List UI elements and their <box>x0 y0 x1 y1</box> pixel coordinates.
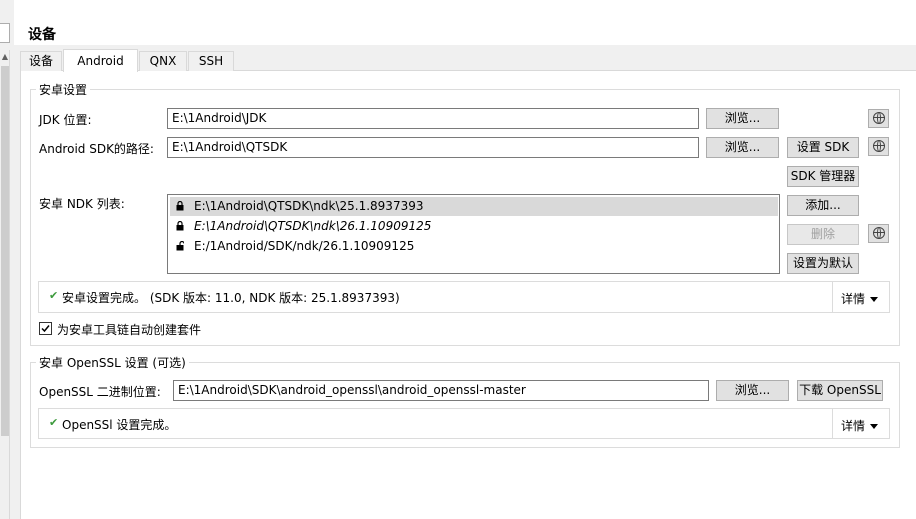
details-divider <box>832 409 833 438</box>
lock-icon <box>176 221 184 231</box>
openssl-group-title: 安卓 OpenSSL 设置 (可选) <box>36 354 189 371</box>
android-details-toggle[interactable]: 详情 <box>841 290 879 307</box>
set-default-ndk-button[interactable]: 设置为默认 <box>787 253 859 274</box>
ndk-list-item[interactable]: E:\1Android\QTSDK\ndk\26.1.10909125 <box>170 217 778 236</box>
ndk-list-label: 安卓 NDK 列表: <box>39 197 125 211</box>
checkmark-icon: ✔ <box>49 289 59 302</box>
openssl-path-label: OpenSSL 二进制位置: <box>39 385 161 399</box>
auto-kit-checkbox[interactable] <box>39 322 52 335</box>
ndk-path: E:/1Android/SDK/ndk/26.1.10909125 <box>194 239 415 253</box>
tab-qnx[interactable]: QNX <box>139 51 187 71</box>
check-icon <box>41 325 50 333</box>
triangle-down-icon <box>870 424 879 429</box>
globe-icon <box>873 227 885 239</box>
download-openssl-button[interactable]: 下载 OpenSSL <box>797 380 883 401</box>
scroll-thumb[interactable] <box>1 66 9 436</box>
jdk-download-button[interactable] <box>868 109 889 128</box>
unlock-icon <box>176 241 184 251</box>
ndk-list-item[interactable]: E:/1Android/SDK/ndk/26.1.10909125 <box>170 237 778 256</box>
android-settings-title: 安卓设置 <box>36 81 91 98</box>
details-divider <box>832 282 833 312</box>
jdk-location-label: JDK 位置: <box>39 113 92 127</box>
openssl-status-text: OpenSSl 设置完成。 <box>62 418 177 432</box>
globe-icon <box>873 112 885 124</box>
add-ndk-button[interactable]: 添加... <box>787 195 859 216</box>
lock-icon <box>176 201 184 211</box>
set-sdk-button[interactable]: 设置 SDK <box>787 137 859 158</box>
ndk-download-button[interactable] <box>868 224 889 243</box>
globe-icon <box>873 140 885 152</box>
header <box>14 0 916 45</box>
category-filter-box[interactable] <box>0 23 10 43</box>
openssl-path-input[interactable]: E:\1Android\SDK\android_openssl\android_… <box>173 380 709 401</box>
ndk-path: E:\1Android\QTSDK\ndk\25.1.8937393 <box>194 199 424 213</box>
details-label: 详情 <box>841 419 866 433</box>
details-label: 详情 <box>841 292 866 306</box>
openssl-details-toggle[interactable]: 详情 <box>841 417 879 434</box>
sdk-manager-button[interactable]: SDK 管理器 <box>787 166 859 187</box>
page-title: 设备 <box>28 27 56 43</box>
triangle-down-icon <box>870 297 879 302</box>
scroll-up-icon[interactable]: ▲ <box>0 50 10 64</box>
sdk-download-button[interactable] <box>868 137 889 156</box>
android-status-text: 安卓设置完成。 (SDK 版本: 11.0, NDK 版本: 25.1.8937… <box>62 291 400 305</box>
ndk-path: E:\1Android\QTSDK\ndk\26.1.10909125 <box>194 219 432 233</box>
checkmark-icon: ✔ <box>49 416 59 429</box>
ndk-list[interactable]: E:\1Android\QTSDK\ndk\25.1.8937393 E:\1A… <box>167 194 780 274</box>
tab-android[interactable]: Android <box>63 49 138 72</box>
sdk-path-label: Android SDK的路径: <box>39 142 154 156</box>
tab-device[interactable]: 设备 <box>20 51 62 71</box>
sdk-browse-button[interactable]: 浏览... <box>706 137 779 158</box>
jdk-location-input[interactable]: E:\1Android\JDK <box>167 108 699 129</box>
openssl-browse-button[interactable]: 浏览... <box>716 380 789 401</box>
auto-kit-label: 为安卓工具链自动创建套件 <box>57 323 202 337</box>
tab-ssh[interactable]: SSH <box>188 51 234 71</box>
sdk-path-input[interactable]: E:\1Android\QTSDK <box>167 137 699 158</box>
jdk-browse-button[interactable]: 浏览... <box>706 108 779 129</box>
ndk-list-item[interactable]: E:\1Android\QTSDK\ndk\25.1.8937393 <box>170 197 778 216</box>
remove-ndk-button[interactable]: 删除 <box>787 224 859 245</box>
